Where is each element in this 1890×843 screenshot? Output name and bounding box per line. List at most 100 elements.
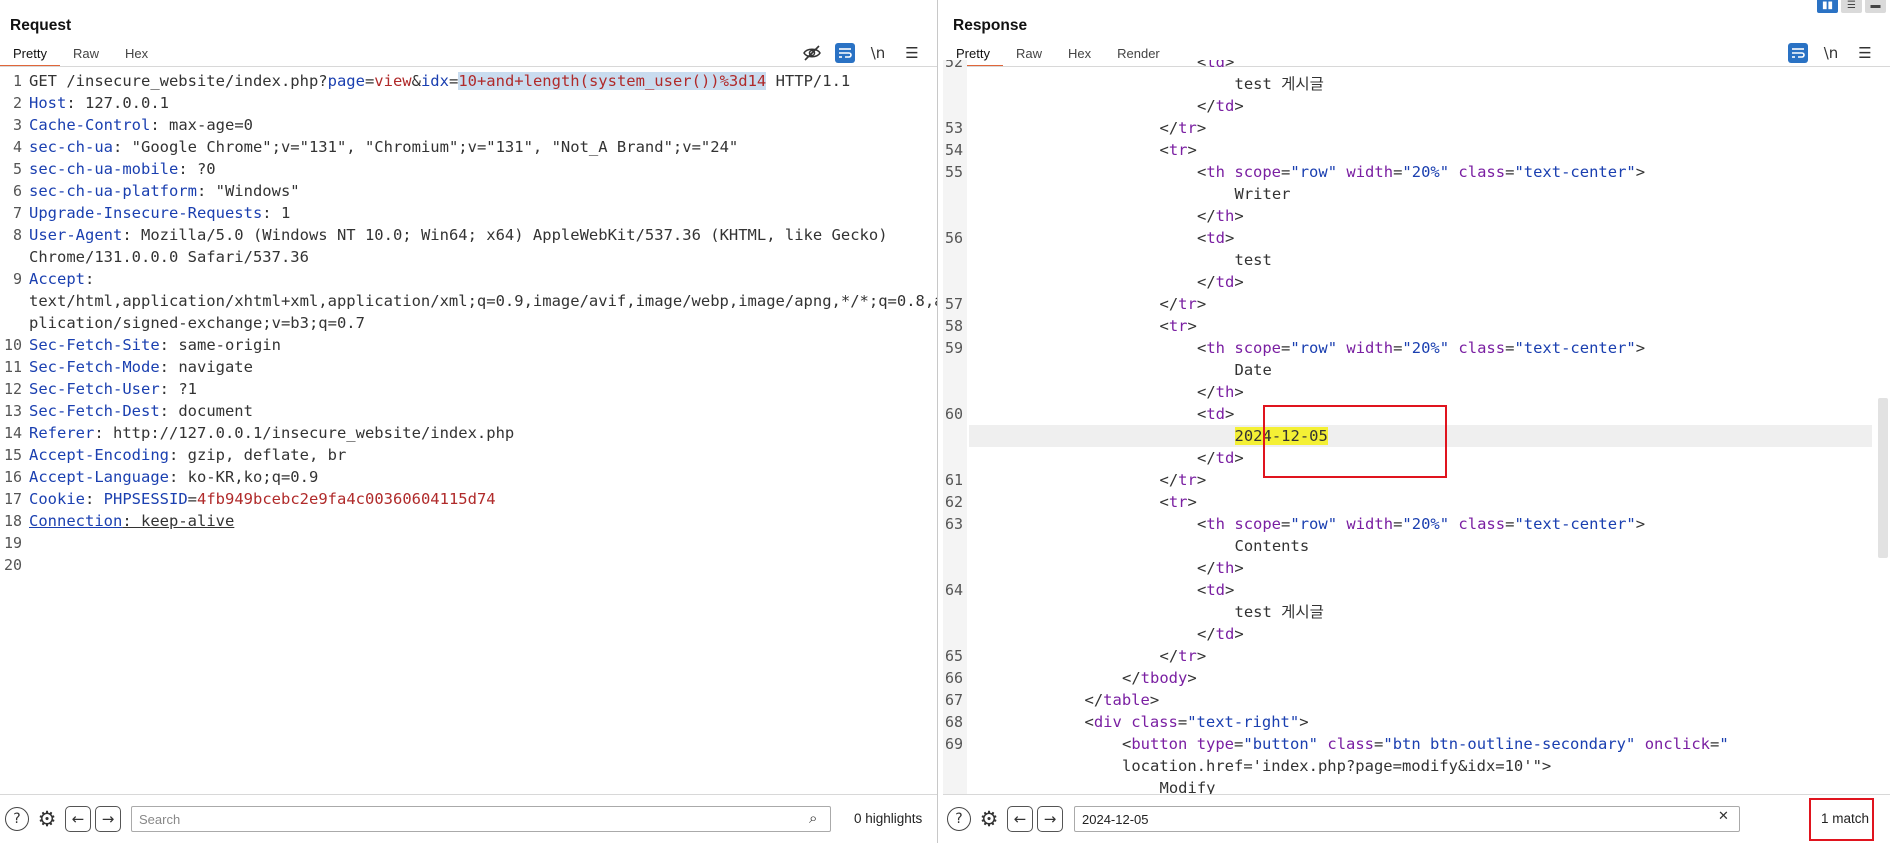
line-number: 62 xyxy=(944,493,963,511)
line-number: 7 xyxy=(12,204,22,222)
line-content: </tr> xyxy=(1159,471,1207,489)
code-line: 9 Accept: xyxy=(0,268,937,290)
request-editor[interactable]: 1 GET /insecure_website/index.php?page=vi… xyxy=(0,67,937,794)
line-content: Sec-Fetch-User: ?1 xyxy=(29,380,197,398)
line-content: test xyxy=(1234,251,1272,269)
line-number: 59 xyxy=(944,339,963,357)
code-line: 69 <button type="button" class="btn btn-o… xyxy=(943,733,1890,755)
code-line: 54 <tr> xyxy=(943,139,1890,161)
help-icon[interactable]: ? xyxy=(947,807,971,831)
eye-slash-icon[interactable] xyxy=(801,42,823,64)
tab-pretty[interactable]: Pretty xyxy=(0,44,60,67)
single-pane-icon[interactable]: ▬ xyxy=(1865,0,1886,13)
line-number: 12 xyxy=(3,380,22,398)
forward-arrow-icon[interactable]: → xyxy=(95,806,121,832)
hamburger-menu-icon[interactable]: ☰ xyxy=(901,42,923,64)
line-content: Accept-Encoding: gzip, deflate, br xyxy=(29,446,347,464)
line-number: 19 xyxy=(3,534,22,552)
code-line: test xyxy=(943,249,1890,271)
code-line: 63 <th scope="row" width="20%" class="tex… xyxy=(943,513,1890,535)
line-number: 5 xyxy=(12,160,22,178)
split-columns-icon[interactable]: ▮▮ xyxy=(1817,0,1838,13)
line-content: Modify xyxy=(1159,779,1216,794)
line-number: 11 xyxy=(3,358,22,376)
line-content: </td> xyxy=(1197,97,1244,115)
code-line: 7 Upgrade-Insecure-Requests: 1 xyxy=(0,202,937,224)
code-line: 53 </tr> xyxy=(943,117,1890,139)
line-content: <th scope="row" width="20%" class="text-… xyxy=(1197,163,1646,181)
line-content: <button type="button" class="btn btn-out… xyxy=(1122,735,1729,753)
request-search-input[interactable] xyxy=(131,806,831,832)
code-line: 10 Sec-Fetch-Site: same-origin xyxy=(0,334,937,356)
line-number: 2 xyxy=(12,94,22,112)
line-content: <td> xyxy=(1197,60,1235,71)
line-number: 57 xyxy=(944,295,963,313)
code-line: </td> xyxy=(943,271,1890,293)
code-line: 65 </tr> xyxy=(943,645,1890,667)
line-number: 61 xyxy=(944,471,963,489)
line-content: Referer: http://127.0.0.1/insecure_websi… xyxy=(29,424,515,442)
code-line: 4 sec-ch-ua: "Google Chrome";v="131", "Ch… xyxy=(0,136,937,158)
line-content: </th> xyxy=(1197,559,1244,577)
vertical-scrollbar[interactable] xyxy=(1878,398,1888,558)
code-line: 2 Host: 127.0.0.1 xyxy=(0,92,937,114)
code-line: Date xyxy=(943,359,1890,381)
line-number: 60 xyxy=(944,405,963,423)
help-icon[interactable]: ? xyxy=(5,807,29,831)
line-content: Date xyxy=(1234,361,1272,379)
code-line: 8 User-Agent: Mozilla/5.0 (Windows NT 10.… xyxy=(0,224,937,246)
code-line: 6 sec-ch-ua-platform: "Windows" xyxy=(0,180,937,202)
code-line: 66 </tbody> xyxy=(943,667,1890,689)
forward-arrow-icon[interactable]: → xyxy=(1037,806,1063,832)
line-content: </th> xyxy=(1197,383,1244,401)
line-number: 3 xyxy=(12,116,22,134)
code-line: 58 <tr> xyxy=(943,315,1890,337)
line-content: sec-ch-ua-mobile: ?0 xyxy=(29,160,216,178)
line-number: 66 xyxy=(944,669,963,687)
back-arrow-icon[interactable]: ← xyxy=(65,806,91,832)
line-content: location.href='index.php?page=modify&idx… xyxy=(1122,757,1552,775)
line-content: User-Agent: Mozilla/5.0 (Windows NT 10.0… xyxy=(29,226,888,244)
close-icon[interactable]: ✕ xyxy=(1718,809,1729,824)
line-number: 64 xyxy=(944,581,963,599)
line-content: Contents xyxy=(1234,537,1310,555)
line-content: </th> xyxy=(1197,207,1244,225)
wrap-text-icon[interactable] xyxy=(835,43,855,63)
code-line: text/html,application/xhtml+xml,applicat… xyxy=(0,290,937,312)
line-number: 55 xyxy=(944,163,963,181)
code-line: 1 GET /insecure_website/index.php?page=vi… xyxy=(0,70,937,92)
line-content: <td> xyxy=(1197,229,1235,247)
line-content: test 게시글 xyxy=(1234,603,1324,621)
line-number: 54 xyxy=(944,141,963,159)
response-search-input[interactable] xyxy=(1074,806,1740,832)
code-line: 59 <th scope="row" width="20%" class="tex… xyxy=(943,337,1890,359)
code-line: 5 sec-ch-ua-mobile: ?0 xyxy=(0,158,937,180)
split-rows-icon[interactable]: ☰ xyxy=(1841,0,1862,13)
tab-raw[interactable]: Raw xyxy=(60,44,112,66)
line-content: <th scope="row" width="20%" class="text-… xyxy=(1197,339,1646,357)
line-content: </tr> xyxy=(1159,647,1207,665)
code-line: 18 Connection: keep-alive xyxy=(0,510,937,532)
settings-gear-icon[interactable]: ⚙ xyxy=(977,807,1001,831)
line-content: </tr> xyxy=(1159,119,1207,137)
code-line: </th> xyxy=(943,205,1890,227)
newline-toggle[interactable]: \n xyxy=(867,42,889,64)
code-line: 17 Cookie: PHPSESSID=4fb949bcebc2e9fa4c00… xyxy=(0,488,937,510)
line-content: Sec-Fetch-Mode: navigate xyxy=(29,358,253,376)
search-icon[interactable]: ⌕ xyxy=(809,809,817,827)
back-arrow-icon[interactable]: ← xyxy=(1007,806,1033,832)
settings-gear-icon[interactable]: ⚙ xyxy=(35,807,59,831)
line-number: 9 xyxy=(12,270,22,288)
code-line: </th> xyxy=(943,381,1890,403)
tab-hex[interactable]: Hex xyxy=(112,44,161,66)
line-content: </td> xyxy=(1197,625,1244,643)
code-line: 67 </table> xyxy=(943,689,1890,711)
line-content: GET /insecure_website/index.php?page=vie… xyxy=(29,72,851,90)
code-line: 11 Sec-Fetch-Mode: navigate xyxy=(0,356,937,378)
line-content: Upgrade-Insecure-Requests: 1 xyxy=(29,204,291,222)
line-number: 20 xyxy=(3,556,22,574)
code-line: 55 <th scope="row" width="20%" class="tex… xyxy=(943,161,1890,183)
code-line: 68 <div class="text-right"> xyxy=(943,711,1890,733)
line-content: Connection: keep-alive xyxy=(29,512,235,530)
line-number: 16 xyxy=(3,468,22,486)
